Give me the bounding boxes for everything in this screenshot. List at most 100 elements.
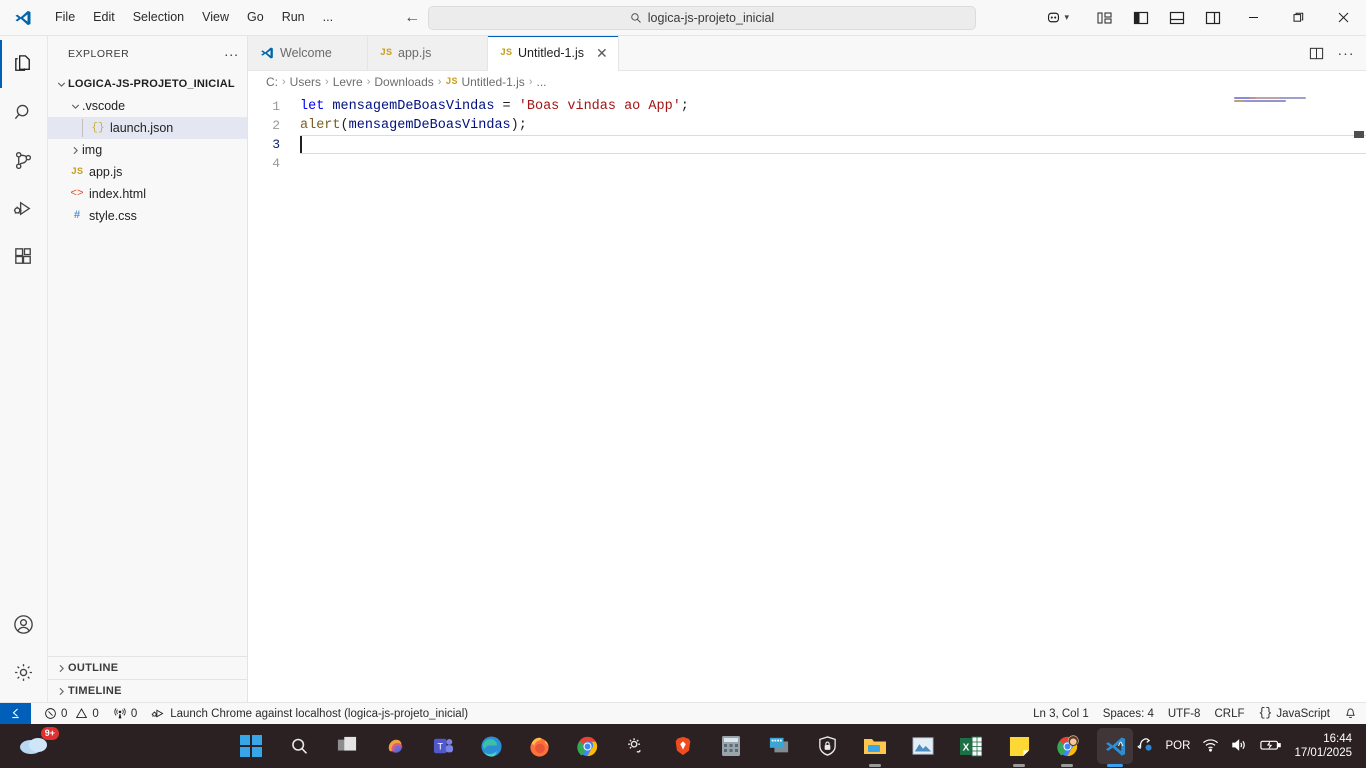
calculator-button[interactable] (713, 728, 749, 764)
brave-button[interactable] (665, 728, 701, 764)
tree-root-folder[interactable]: LOGICA-JS-PROJETO_INICIAL (48, 73, 247, 95)
scrollbar-thumb[interactable] (1354, 131, 1364, 138)
outline-section[interactable]: OUTLINE (48, 656, 247, 679)
remote-window-button[interactable] (0, 702, 31, 725)
sidebar-item-source-control[interactable] (0, 136, 48, 184)
menu-edit[interactable]: Edit (84, 6, 124, 29)
code-content[interactable]: let mensagemDeBoasVindas = 'Boas vindas … (300, 93, 1366, 702)
breadcrumb-item-downloads[interactable]: Downloads (374, 75, 433, 89)
tree-item-img-folder[interactable]: img (48, 139, 247, 161)
split-editor-icon[interactable] (1302, 39, 1330, 67)
customize-layout-icon[interactable] (1087, 3, 1123, 33)
bitwarden-button[interactable] (809, 728, 845, 764)
status-launch-config[interactable]: Launch Chrome against localhost (logica-… (144, 703, 475, 725)
manage-settings-button[interactable] (0, 648, 48, 696)
firefox-button[interactable] (521, 728, 557, 764)
status-editor-position[interactable]: Ln 3, Col 1 (1026, 703, 1096, 725)
status-ports[interactable]: 0 (106, 703, 144, 725)
task-view-button[interactable] (329, 728, 365, 764)
teams-button[interactable]: T (425, 728, 461, 764)
code-editor[interactable]: 1 2 3 4 let mensagemDeBoasVindas = 'Boas… (248, 93, 1366, 702)
excel-button[interactable]: X (953, 728, 989, 764)
sidebar-item-explorer[interactable] (0, 40, 48, 88)
status-editor-indentation[interactable]: Spaces: 4 (1096, 703, 1161, 725)
menu-selection[interactable]: Selection (124, 6, 193, 29)
breadcrumb-item-drive[interactable]: C: (266, 75, 278, 89)
sticky-notes-button[interactable] (1001, 728, 1037, 764)
run-debug-icon (151, 709, 164, 718)
volume-icon[interactable] (1231, 738, 1248, 755)
settings-app-button[interactable] (617, 728, 653, 764)
copilot-button[interactable] (377, 728, 413, 764)
explorer-more-actions-icon[interactable]: ... (224, 44, 239, 61)
menu-view[interactable]: View (193, 6, 238, 29)
menu-file[interactable]: File (46, 6, 84, 29)
start-button[interactable] (233, 728, 269, 764)
toggle-primary-sidebar-icon[interactable] (1123, 3, 1159, 33)
gear-swirl-icon (628, 738, 641, 753)
editor-actions: ··· (1302, 36, 1366, 70)
weather-widget[interactable]: 9+ (18, 727, 59, 760)
timeline-section[interactable]: TIMELINE (48, 679, 247, 702)
breadcrumb-separator: › (282, 76, 286, 88)
command-center-search[interactable]: logica-js-projeto_inicial (428, 5, 976, 30)
menu-more[interactable]: ... (314, 6, 342, 29)
chrome-button[interactable] (569, 728, 605, 764)
system-tray: ^ POR 16:44 17/01/2025 (1118, 732, 1358, 760)
vertical-scrollbar[interactable] (1352, 93, 1366, 702)
chrome-profile-button[interactable] (1049, 728, 1085, 764)
tab-app-js[interactable]: JS app.js (368, 36, 488, 70)
js-icon: JS (380, 47, 393, 59)
clock[interactable]: 16:44 17/01/2025 (1294, 732, 1358, 760)
status-problems[interactable]: 0 0 (37, 703, 106, 725)
close-icon[interactable]: ✕ (596, 46, 608, 60)
remote-accounts-icon[interactable]: ▾ (1045, 9, 1069, 26)
restore-icon[interactable] (1276, 0, 1321, 36)
toggle-panel-icon[interactable] (1159, 3, 1195, 33)
toggle-secondary-sidebar-icon[interactable] (1195, 3, 1231, 33)
arrow-left-icon[interactable]: ← (404, 9, 420, 26)
tree-item-index-html[interactable]: <> index.html (48, 183, 247, 205)
file-explorer-button[interactable] (857, 728, 893, 764)
wifi-icon[interactable] (1202, 738, 1219, 755)
sidebar-item-run-and-debug[interactable] (0, 184, 48, 232)
error-circle-icon (45, 708, 56, 719)
chevron-up-icon[interactable]: ^ (1118, 739, 1124, 753)
warning-triangle-icon (76, 708, 88, 719)
source-control-icon (15, 151, 32, 169)
tree-item-label: img (82, 143, 103, 157)
sidebar-item-search[interactable] (0, 88, 48, 136)
taskbar-search-button[interactable] (281, 728, 317, 764)
breadcrumb-item-users[interactable]: Users (290, 75, 321, 89)
tree-item-vscode-folder[interactable]: .vscode (48, 95, 247, 117)
braces-icon: {} (1258, 707, 1273, 720)
menu-run[interactable]: Run (273, 6, 314, 29)
edge-button[interactable] (473, 728, 509, 764)
account-icon (14, 614, 33, 634)
close-icon[interactable] (1321, 0, 1366, 36)
tab-welcome[interactable]: Welcome (248, 36, 368, 70)
minimize-icon[interactable] (1231, 0, 1276, 36)
minimap[interactable] (1234, 97, 1354, 706)
breadcrumb-item-levre[interactable]: Levre (333, 75, 363, 89)
menu-go[interactable]: Go (238, 6, 273, 29)
photos-button[interactable] (905, 728, 941, 764)
battery-charging-icon[interactable] (1260, 738, 1282, 755)
sidebar-item-extensions[interactable] (0, 232, 48, 280)
input-language[interactable]: POR (1166, 740, 1191, 752)
excel-icon: X (960, 736, 982, 756)
tree-item-style-css[interactable]: # style.css (48, 205, 247, 227)
accounts-button[interactable] (0, 600, 48, 648)
screen-capture-button[interactable] (761, 728, 797, 764)
copilot-icon (388, 739, 403, 753)
more-actions-icon[interactable]: ··· (1332, 39, 1360, 67)
onedrive-sync-icon[interactable] (1136, 737, 1154, 756)
tree-item-label: style.css (89, 209, 137, 223)
breadcrumb-item-file[interactable]: Untitled-1.js (461, 75, 524, 89)
status-editor-encoding[interactable]: UTF-8 (1161, 703, 1208, 725)
task-view-icon (337, 736, 357, 751)
tree-item-app-js[interactable]: JS app.js (48, 161, 247, 183)
breadcrumb-item-overflow[interactable]: ... (536, 75, 546, 89)
tree-item-launch-json[interactable]: {} launch.json (48, 117, 247, 139)
tab-untitled-1-js[interactable]: JS Untitled-1.js ✕ (488, 36, 619, 71)
